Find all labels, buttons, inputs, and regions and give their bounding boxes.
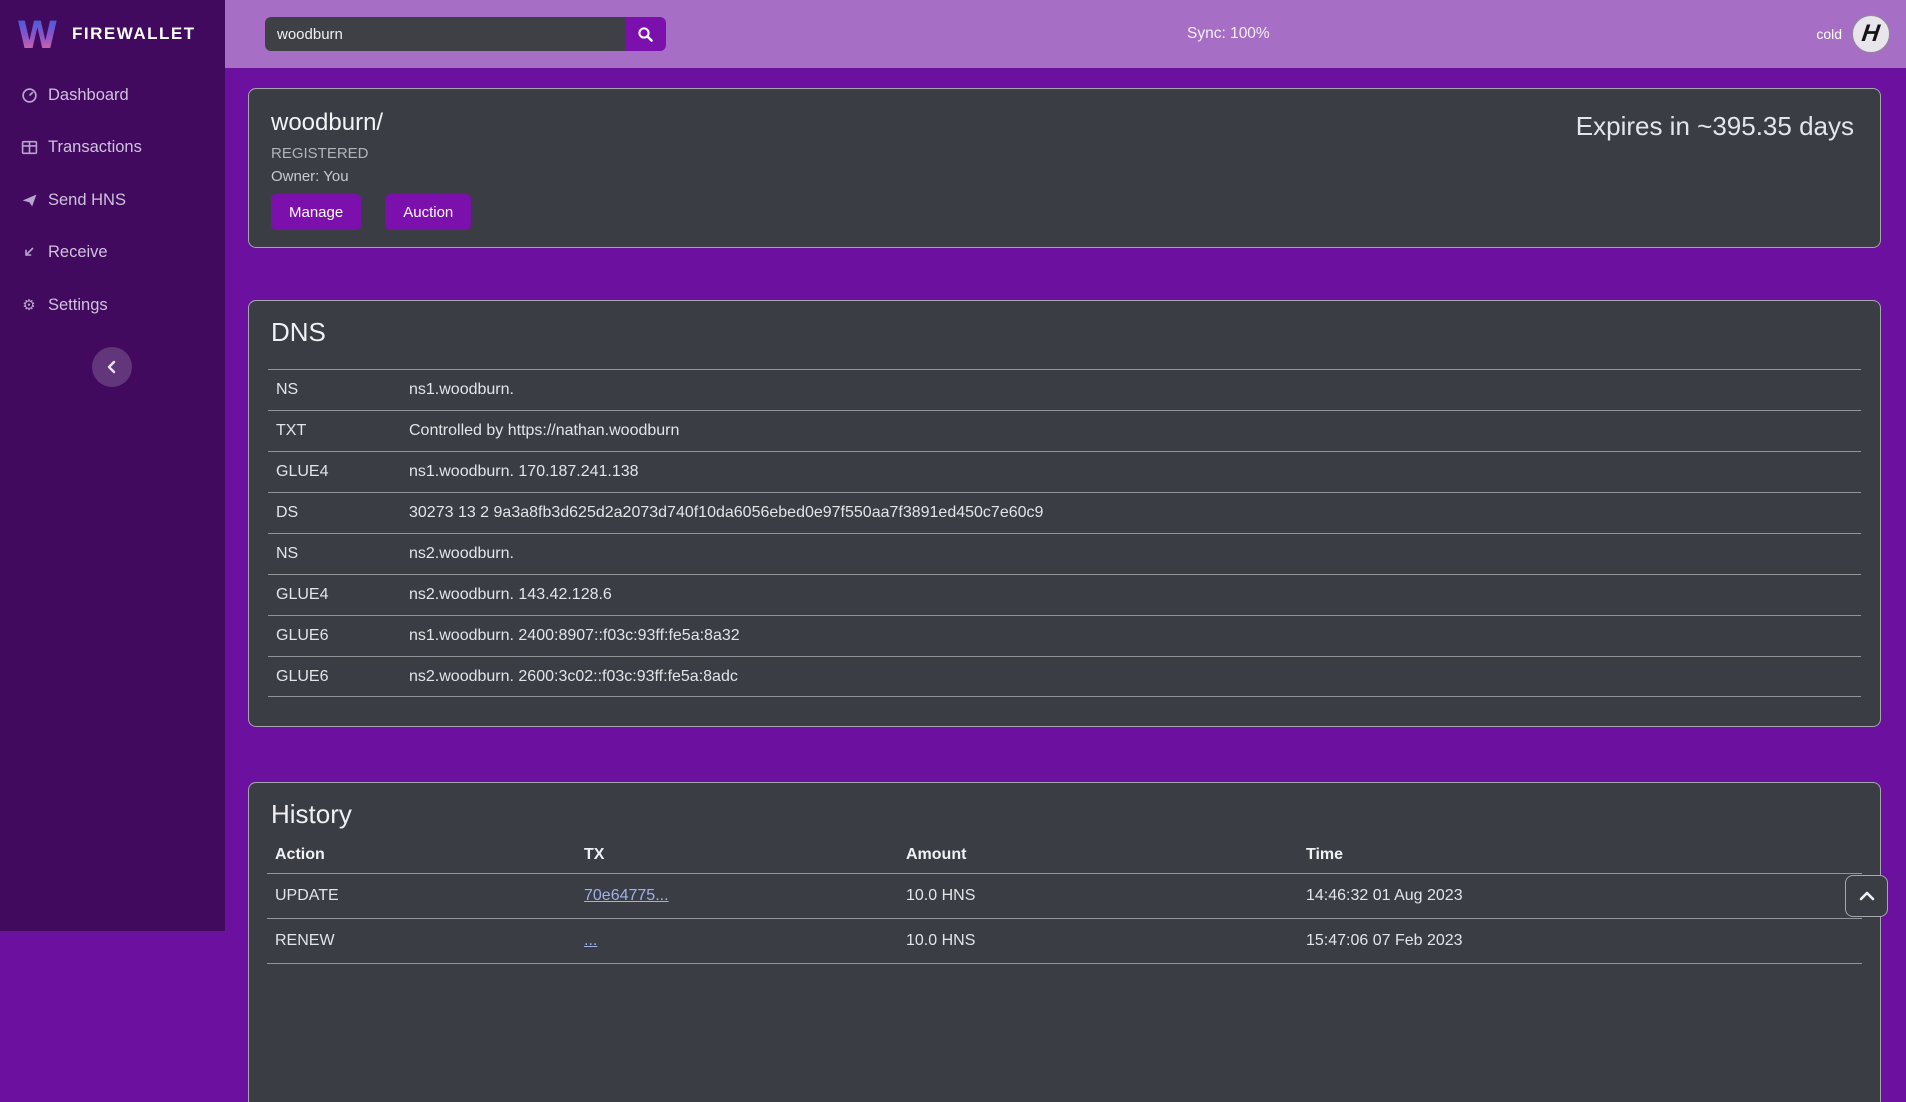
sync-status: Sync: 100%: [1187, 0, 1270, 68]
topbar: Sync: 100% cold H: [225, 0, 1906, 68]
history-row: RENEW ... 10.0 HNS 15:47:06 07 Feb 2023: [267, 919, 1862, 964]
dns-records-table: NS ns1.woodburn. TXT Controlled by https…: [268, 369, 1861, 697]
dns-title: DNS: [271, 317, 326, 348]
sidebar-item-label: Dashboard: [48, 86, 129, 105]
tx-link[interactable]: ...: [584, 932, 597, 949]
domain-expiry: Expires in ~395.35 days: [1576, 111, 1854, 142]
history-time: 14:46:32 01 Aug 2023: [1306, 887, 1862, 905]
dns-record-value: ns2.woodburn. 143.42.128.6: [409, 586, 1861, 604]
sidebar-item-dashboard[interactable]: Dashboard: [0, 79, 225, 111]
sidebar-item-label: Receive: [48, 243, 108, 262]
domain-name-title: woodburn/: [271, 109, 383, 137]
dns-record-value: ns1.woodburn.: [409, 381, 1861, 399]
search-input[interactable]: [265, 17, 625, 51]
sidebar-item-label: Settings: [48, 296, 108, 315]
domain-card: woodburn/ REGISTERED Owner: You Manage A…: [248, 88, 1881, 248]
dns-record-row: NS ns2.woodburn.: [268, 533, 1861, 574]
dns-record-type: DS: [268, 504, 409, 522]
dns-card: DNS NS ns1.woodburn. TXT Controlled by h…: [248, 300, 1881, 727]
history-col-tx: TX: [584, 846, 906, 864]
history-time: 15:47:06 07 Feb 2023: [1306, 932, 1862, 950]
dns-record-type: GLUE6: [268, 668, 409, 686]
history-amount: 10.0 HNS: [906, 932, 1306, 950]
tx-link[interactable]: 70e64775...: [584, 887, 669, 904]
chevron-up-icon: [1859, 891, 1875, 901]
sidebar-item-label: Send HNS: [48, 191, 126, 210]
dns-record-type: TXT: [268, 422, 409, 440]
brand[interactable]: W FIREWALLET: [18, 10, 196, 58]
send-icon: [20, 191, 38, 209]
dns-record-value: ns2.woodburn. 2600:3c02::f03c:93ff:fe5a:…: [409, 668, 1861, 686]
dns-record-type: GLUE6: [268, 627, 409, 645]
dns-record-type: GLUE4: [268, 586, 409, 604]
history-col-time: Time: [1306, 846, 1862, 864]
history-col-amount: Amount: [906, 846, 1306, 864]
dns-record-value: ns2.woodburn.: [409, 545, 1861, 563]
history-amount: 10.0 HNS: [906, 887, 1306, 905]
history-table: Action TX Amount Time UPDATE 70e64775...…: [267, 836, 1862, 964]
dns-record-row: GLUE4 ns2.woodburn. 143.42.128.6: [268, 574, 1861, 615]
sidebar-item-receive[interactable]: Receive: [0, 236, 225, 268]
settings-icon: ⚙: [20, 296, 38, 314]
history-row: UPDATE 70e64775... 10.0 HNS 14:46:32 01 …: [267, 874, 1862, 919]
search-icon: [637, 26, 654, 43]
history-title: History: [271, 799, 352, 830]
svg-text:W: W: [18, 14, 58, 56]
sidebar-item-send-hns[interactable]: Send HNS: [0, 184, 225, 216]
manage-button[interactable]: Manage: [271, 194, 361, 230]
dns-record-row: TXT Controlled by https://nathan.woodbur…: [268, 410, 1861, 451]
firewallet-w-logo: W: [18, 12, 58, 56]
sidebar-item-settings[interactable]: ⚙ Settings: [0, 289, 225, 321]
history-action: UPDATE: [275, 887, 584, 905]
search-bar: [265, 17, 666, 51]
sidebar-collapse-button[interactable]: [92, 347, 132, 387]
history-header-row: Action TX Amount Time: [267, 836, 1862, 874]
dns-record-type: GLUE4: [268, 463, 409, 481]
domain-owner: Owner: You: [271, 168, 349, 185]
dashboard-icon: [20, 86, 38, 104]
brand-title: FIREWALLET: [72, 24, 196, 44]
dns-record-row: NS ns1.woodburn.: [268, 369, 1861, 410]
dns-record-value: ns1.woodburn. 170.187.241.138: [409, 463, 1861, 481]
sidebar-item-label: Transactions: [48, 138, 142, 157]
history-card: History Action TX Amount Time UPDATE 70e…: [248, 782, 1881, 1102]
dns-record-value: Controlled by https://nathan.woodburn: [409, 422, 1861, 440]
dns-record-row: GLUE4 ns1.woodburn. 170.187.241.138: [268, 451, 1861, 492]
dns-record-value: 30273 13 2 9a3a8fb3d625d2a2073d740f10da6…: [409, 504, 1861, 522]
sidebar-item-transactions[interactable]: Transactions: [0, 131, 225, 163]
domain-status: REGISTERED: [271, 145, 369, 162]
dns-record-value: ns1.woodburn. 2400:8907::f03c:93ff:fe5a:…: [409, 627, 1861, 645]
sidebar: W FIREWALLET Dashboard Transactions: [0, 0, 225, 931]
dns-record-type: NS: [268, 545, 409, 563]
dns-record-row: DS 30273 13 2 9a3a8fb3d625d2a2073d740f10…: [268, 492, 1861, 533]
dns-record-row: GLUE6 ns2.woodburn. 2600:3c02::f03c:93ff…: [268, 656, 1861, 697]
history-action: RENEW: [275, 932, 584, 950]
receive-icon: [20, 243, 38, 261]
dns-record-type: NS: [268, 381, 409, 399]
search-button[interactable]: [625, 17, 666, 51]
hns-logo-icon: H: [1852, 15, 1890, 53]
auction-button[interactable]: Auction: [385, 194, 471, 230]
scroll-to-top-button[interactable]: [1845, 875, 1888, 917]
wallet-selector[interactable]: cold H: [1816, 0, 1890, 68]
dns-record-row: GLUE6 ns1.woodburn. 2400:8907::f03c:93ff…: [268, 615, 1861, 656]
domain-actions: Manage Auction: [271, 194, 471, 230]
chevron-left-icon: [106, 360, 118, 374]
wallet-name: cold: [1816, 26, 1842, 42]
history-col-action: Action: [275, 846, 584, 864]
transactions-icon: [20, 138, 38, 156]
